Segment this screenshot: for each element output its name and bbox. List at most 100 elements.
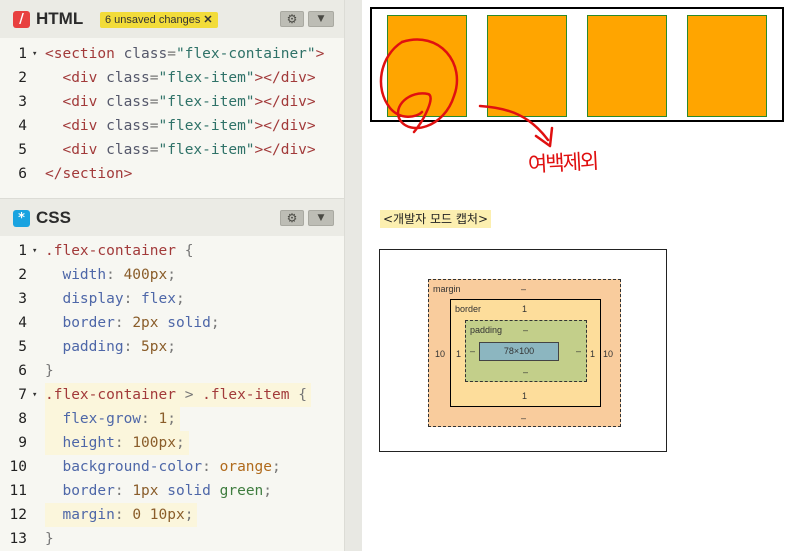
code-text: <div class="flex-item"></div> xyxy=(45,118,316,134)
margin-label: margin xyxy=(433,284,461,294)
code-text: background-color: orange; xyxy=(45,459,281,475)
html-panel-title: HTML xyxy=(36,9,84,28)
html-panel-header: / HTML 6 unsaved changes ✕ ⚙ ▼ xyxy=(0,0,344,38)
line-number: 6 xyxy=(18,166,27,182)
code-line[interactable]: 1 ▾ <section class="flex-container"> xyxy=(0,42,344,66)
code-line[interactable]: 13} xyxy=(0,527,344,551)
code-text: <div class="flex-item"></div> xyxy=(45,94,316,110)
box-model-content: 78×100 xyxy=(479,342,559,361)
margin-top-value: – xyxy=(521,284,527,294)
line-number: 1 xyxy=(18,243,27,259)
code-text: border: 1px solid green; xyxy=(45,483,273,499)
code-text: <div class="flex-item"></div> xyxy=(45,142,316,158)
gear-icon: ⚙ xyxy=(286,12,298,26)
padding-bottom-value: – xyxy=(523,367,529,377)
unsaved-changes-badge[interactable]: 6 unsaved changes ✕ xyxy=(100,12,218,28)
line-number: 8 xyxy=(18,411,27,427)
red-annotation-drawing xyxy=(379,38,554,148)
html-settings-button[interactable]: ⚙ xyxy=(280,11,304,27)
line-number: 5 xyxy=(18,142,27,158)
code-text: .flex-container > .flex-item { xyxy=(45,387,307,403)
codepen-workspace: / HTML 6 unsaved changes ✕ ⚙ ▼ 1 ▾ <section… xyxy=(0,0,796,551)
border-bottom-value: 1 xyxy=(522,391,528,401)
css-panel-title: CSS xyxy=(36,208,71,227)
code-line[interactable]: 11 border: 1px solid green; xyxy=(0,479,344,503)
code-line[interactable]: 5 padding: 5px; xyxy=(0,335,344,359)
margin-bottom-value: – xyxy=(521,413,527,423)
line-number: 6 xyxy=(18,363,27,379)
line-number: 5 xyxy=(18,339,27,355)
code-line[interactable]: 8 flex-grow: 1; xyxy=(0,407,344,431)
code-line[interactable]: 5 <div class="flex-item"></div> xyxy=(0,138,344,162)
line-number: 13 xyxy=(9,531,27,547)
line-number: 4 xyxy=(18,315,27,331)
chevron-down-icon: ▼ xyxy=(317,14,325,24)
code-text: border: 2px solid; xyxy=(45,315,220,331)
code-line[interactable]: 3 display: flex; xyxy=(0,287,344,311)
border-left-value: 1 xyxy=(456,349,462,359)
html-language-icon: / xyxy=(13,11,30,28)
code-line[interactable]: 2 <div class="flex-item"></div> xyxy=(0,66,344,90)
code-line[interactable]: 4 <div class="flex-item"></div> xyxy=(0,114,344,138)
html-code-editor[interactable]: 1 ▾ <section class="flex-container"> 2 <div… xyxy=(0,42,344,186)
code-text: </section> xyxy=(45,166,133,182)
code-text: } xyxy=(45,531,54,547)
css-collapse-button[interactable]: ▼ xyxy=(308,210,334,226)
code-line[interactable]: 9 height: 100px; xyxy=(0,431,344,455)
fold-arrow-icon[interactable]: ▾ xyxy=(32,383,37,407)
code-text: <section class="flex-container"> xyxy=(45,46,325,62)
line-number: 9 xyxy=(18,435,27,451)
code-line[interactable]: 4 border: 2px solid; xyxy=(0,311,344,335)
line-number: 2 xyxy=(18,70,27,86)
devtools-capture-caption: <개발자 모드 캡처> xyxy=(380,210,492,228)
padding-left-value: – xyxy=(470,346,476,356)
chevron-down-icon: ▼ xyxy=(317,213,325,223)
code-line[interactable]: 6 </section> xyxy=(0,162,344,186)
box-model-diagram: margin – – 10 10 border 1 1 1 1 padding … xyxy=(379,249,667,452)
code-line[interactable]: 1 ▾ .flex-container { xyxy=(0,239,344,263)
box-model-border: border 1 1 1 1 padding – – – – 78×100 xyxy=(450,299,601,407)
box-model-padding: padding – – – – 78×100 xyxy=(465,320,587,382)
padding-top-value: – xyxy=(523,325,529,335)
margin-excluded-annotation: 여백제외 xyxy=(527,149,598,177)
code-line[interactable]: 6} xyxy=(0,359,344,383)
unsaved-changes-text: 6 unsaved changes xyxy=(105,14,201,26)
flex-item xyxy=(687,15,767,117)
box-model-margin: margin – – 10 10 border 1 1 1 1 padding … xyxy=(428,279,621,427)
line-number: 11 xyxy=(9,483,27,499)
padding-right-value: – xyxy=(576,346,582,356)
code-line[interactable]: 7 ▾ .flex-container > .flex-item { xyxy=(0,383,344,407)
code-text: flex-grow: 1; xyxy=(45,411,176,427)
editor-column: / HTML 6 unsaved changes ✕ ⚙ ▼ 1 ▾ <section… xyxy=(0,0,344,551)
line-number: 12 xyxy=(9,507,27,523)
code-text: <div class="flex-item"></div> xyxy=(45,70,316,86)
code-text: margin: 0 10px; xyxy=(45,507,194,523)
html-collapse-button[interactable]: ▼ xyxy=(308,11,334,27)
margin-right-value: 10 xyxy=(603,349,614,359)
css-code-editor[interactable]: 1 ▾ .flex-container {2 width: 400px; 3 disp… xyxy=(0,239,344,551)
line-number: 1 xyxy=(18,46,27,62)
fold-arrow-icon[interactable]: ▾ xyxy=(32,239,37,263)
close-icon[interactable]: ✕ xyxy=(203,14,212,26)
border-right-value: 1 xyxy=(590,349,596,359)
code-line[interactable]: 12 margin: 0 10px; xyxy=(0,503,344,527)
code-text: height: 100px; xyxy=(45,435,185,451)
line-number: 4 xyxy=(18,118,27,134)
code-text: .flex-container { xyxy=(45,243,194,259)
code-text: width: 400px; xyxy=(45,267,176,283)
line-number: 7 xyxy=(18,387,27,403)
fold-arrow-icon[interactable]: ▾ xyxy=(32,42,37,66)
border-label: border xyxy=(455,304,482,314)
border-top-value: 1 xyxy=(522,304,528,314)
code-text: display: flex; xyxy=(45,291,185,307)
css-panel-header: * CSS ⚙ ▼ xyxy=(0,198,344,236)
css-settings-button[interactable]: ⚙ xyxy=(280,210,304,226)
margin-left-value: 10 xyxy=(435,349,446,359)
pane-resize-handle[interactable] xyxy=(344,0,362,551)
css-language-icon: * xyxy=(13,210,30,227)
code-line[interactable]: 3 <div class="flex-item"></div> xyxy=(0,90,344,114)
code-line[interactable]: 2 width: 400px; xyxy=(0,263,344,287)
code-text: } xyxy=(45,363,54,379)
code-line[interactable]: 10 background-color: orange; xyxy=(0,455,344,479)
line-number: 2 xyxy=(18,267,27,283)
